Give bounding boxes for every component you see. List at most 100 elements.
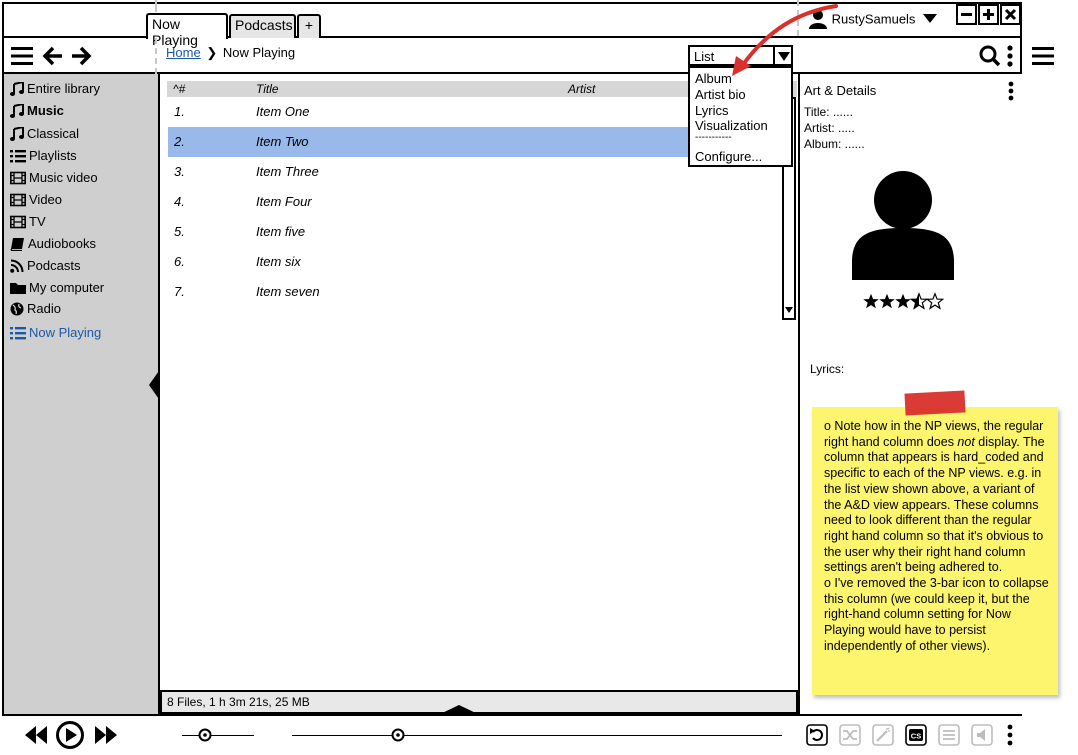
sidebar-item-classical[interactable]: Classical [10,125,79,143]
row-title: Item Four [256,194,312,209]
row-title: Item One [256,104,310,119]
row-number: 7. [174,284,185,299]
sidebar-item-music-video[interactable]: Music video [10,169,98,187]
magic-wand-icon[interactable] [872,724,894,746]
sidebar-item-playlists[interactable]: Playlists [10,147,77,165]
menu-item-configure[interactable]: Configure... [695,149,762,164]
music-note-icon [10,80,24,96]
music-note-icon [10,102,24,118]
status-text: 8 Files, 1 h 3m 21s, 25 MB [167,695,310,709]
sidebar-item-label: Radio [27,301,61,316]
sidebar-item-radio[interactable]: Radio [10,300,61,318]
menu-item-album[interactable]: Album [695,71,732,86]
tab-add[interactable]: + [297,14,321,38]
menu-item-artist-bio[interactable]: Artist bio [695,87,746,102]
album-field: Album: ...... [804,137,865,151]
row-title: Item seven [256,284,320,299]
panel-more-options-icon[interactable] [1007,81,1015,101]
volume-slider-thumb[interactable] [198,728,212,742]
rss-icon [10,259,24,273]
seek-slider-thumb[interactable] [391,728,405,742]
column-header-artist[interactable]: Artist [568,82,595,96]
rewind-icon[interactable] [24,725,48,745]
fast-forward-icon[interactable] [94,725,118,745]
menu-item-lyrics[interactable]: Lyrics [695,103,728,118]
panel-heading: Art & Details [804,83,877,98]
breadcrumb-home-link[interactable]: Home [166,45,201,60]
sidebar-item-video[interactable]: Video [10,191,62,209]
minimize-icon [961,13,972,16]
maximize-button[interactable] [978,4,999,25]
sidebar-item-now-playing[interactable]: Now Playing [10,324,101,342]
list-icon [10,150,26,163]
table-row[interactable]: 7. Item seven [168,277,782,307]
note-text: o Note how in the NP views, the regular … [824,419,1052,655]
seek-slider-track[interactable] [292,735,782,736]
play-icon[interactable] [55,720,85,750]
search-icon[interactable] [979,45,1001,67]
lyrics-view-icon[interactable] [938,724,960,746]
sidebar-item-my-computer[interactable]: My computer [10,279,104,297]
transport-more-options-icon[interactable] [1006,724,1014,746]
plus-icon [983,9,994,20]
speaker-icon[interactable] [971,724,993,746]
sidebar-item-label: My computer [29,280,105,295]
film-icon [10,215,26,229]
menu-item-visualization[interactable]: Visualization [695,118,768,133]
star-rating[interactable] [862,292,944,315]
list-icon [10,327,26,340]
user-name: RustySamuels [831,11,916,27]
sidebar-item-label: Classical [27,126,80,141]
forward-arrow-icon[interactable] [70,45,92,67]
chevron-down-icon [923,14,938,23]
sidebar-item-label: Video [29,192,63,207]
more-options-icon[interactable] [1006,45,1014,67]
sidebar-item-entire-library[interactable]: Entire library [10,80,100,98]
film-icon [10,193,26,207]
table-row[interactable]: 6. Item six [168,247,782,277]
close-icon [1004,8,1017,21]
row-title: Item five [256,224,306,239]
close-button[interactable] [1000,4,1021,25]
back-arrow-icon[interactable] [42,45,64,67]
row-title: Item Two [256,134,309,149]
annotation-note: o Note how in the NP views, the regular … [812,407,1058,695]
right-hamburger-menu-icon[interactable] [1032,46,1054,66]
sidebar-item-label: Audiobooks [28,236,96,251]
sidebar-item-label: Playlists [29,148,77,163]
note-text-part: display. The column that appears is hard… [824,434,1045,575]
sidebar-item-podcasts[interactable]: Podcasts [10,257,80,275]
sidebar-item-label: TV [29,214,46,229]
column-header-number[interactable]: ^# [173,82,185,96]
shuffle-icon[interactable] [839,724,861,746]
artist-field: Artist: ..... [804,121,855,135]
tab-podcasts[interactable]: Podcasts [229,14,296,38]
breadcrumb-current: Now Playing [222,45,296,60]
row-number: 2. [174,134,185,149]
view-mode-value: List [694,49,715,64]
breadcrumb: Home ❯ Now Playing [166,45,295,61]
scroll-down-icon[interactable] [785,306,793,314]
hamburger-menu-icon[interactable] [11,46,33,66]
sidebar-item-music[interactable]: Music [10,102,64,120]
sidebar-item-label: Now Playing [29,325,102,340]
table-row[interactable]: 5. Item five [168,217,782,247]
book-icon [10,238,24,252]
row-number: 5. [174,224,185,239]
minimize-button[interactable] [956,4,977,25]
table-row[interactable]: 4. Item Four [168,187,782,217]
divider [155,0,157,12]
closed-captions-icon[interactable]: CS [905,724,927,746]
view-mode-menu: Album Artist bio Lyrics Visualization --… [688,66,793,167]
row-number: 6. [174,254,185,269]
sidebar-item-tv[interactable]: TV [10,213,46,231]
repeat-icon[interactable] [806,724,828,746]
svg-text:CS: CS [911,732,921,741]
column-header-title[interactable]: Title [256,82,279,96]
folder-icon [10,283,26,294]
star-rating-icon [863,293,944,309]
tab-label: + [304,17,314,33]
volume-slider-track[interactable] [182,735,254,736]
sidebar-item-audiobooks[interactable]: Audiobooks [10,235,96,253]
tab-now-playing[interactable]: Now Playing [146,13,228,48]
